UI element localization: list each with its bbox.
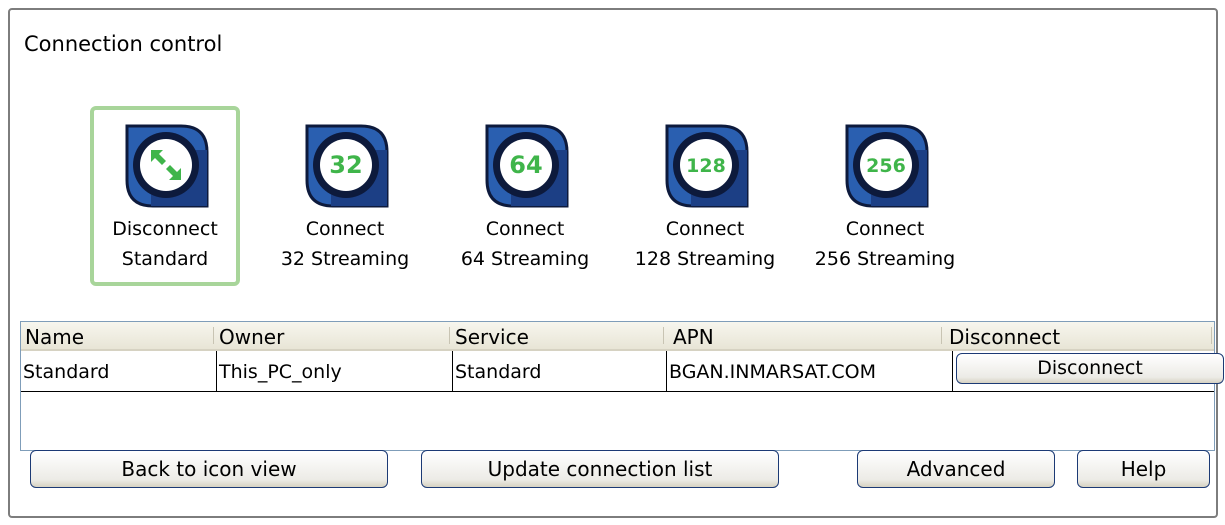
tile-label-action: Connect	[845, 218, 925, 240]
cell-apn: BGAN.INMARSAT.COM	[667, 351, 953, 391]
table-header: Name Owner Service APN Disconnect	[21, 322, 1214, 351]
tile-connect-32-streaming[interactable]: 32 Connect 32 Streaming	[270, 106, 420, 286]
row-disconnect-button[interactable]: Disconnect	[956, 353, 1224, 384]
column-header-owner[interactable]: Owner	[215, 322, 447, 349]
tile-label-service: 32 Streaming	[280, 248, 410, 270]
disconnect-arrows-icon	[125, 124, 209, 208]
table-row[interactable]: Standard This_PC_only Standard BGAN.INMA…	[21, 351, 1224, 392]
badge-text: 32	[329, 151, 362, 179]
streaming-128-icon: 128	[665, 124, 749, 208]
tile-connect-64-streaming[interactable]: 64 Connect 64 Streaming	[450, 106, 600, 286]
tile-connect-256-streaming[interactable]: 256 Connect 256 Streaming	[810, 106, 960, 286]
panel-title: Connection control	[24, 32, 223, 56]
tile-label-service: 128 Streaming	[634, 248, 776, 270]
tile-disconnect-standard[interactable]: Disconnect Standard	[90, 106, 240, 286]
column-header-disconnect[interactable]: Disconnect	[945, 322, 1205, 349]
streaming-256-icon: 256	[845, 124, 929, 208]
column-header-name[interactable]: Name	[21, 322, 213, 349]
cell-owner: This_PC_only	[217, 351, 453, 391]
advanced-button[interactable]: Advanced	[857, 450, 1055, 488]
cell-name: Standard	[21, 351, 217, 391]
column-header-service[interactable]: Service	[451, 322, 663, 349]
tile-label-action: Disconnect	[112, 218, 218, 240]
connection-control-panel: Connection control Disconnect Standard 3…	[8, 8, 1224, 518]
back-to-icon-view-button[interactable]: Back to icon view	[30, 450, 388, 488]
connection-list-table[interactable]: Name Owner Service APN Disconnect Standa…	[20, 321, 1224, 451]
column-header-apn[interactable]: APN	[669, 322, 939, 349]
streaming-32-icon: 32	[305, 124, 389, 208]
cell-service: Standard	[453, 351, 667, 391]
tile-label-action: Connect	[305, 218, 385, 240]
column-divider[interactable]	[1211, 327, 1212, 344]
tile-label-service: Standard	[121, 248, 209, 270]
streaming-64-icon: 64	[485, 124, 569, 208]
tile-label-action: Connect	[665, 218, 745, 240]
badge-text: 256	[866, 155, 906, 177]
column-divider[interactable]	[213, 327, 214, 344]
badge-text: 128	[686, 155, 726, 177]
badge-text: 64	[509, 151, 542, 179]
tile-label-service: 64 Streaming	[460, 248, 590, 270]
help-button[interactable]: Help	[1077, 450, 1210, 488]
column-divider[interactable]	[941, 327, 942, 344]
tile-label-service: 256 Streaming	[814, 248, 956, 270]
tile-connect-128-streaming[interactable]: 128 Connect 128 Streaming	[630, 106, 780, 286]
update-connection-list-button[interactable]: Update connection list	[421, 450, 779, 488]
column-divider[interactable]	[663, 327, 664, 344]
tile-label-action: Connect	[485, 218, 565, 240]
column-divider[interactable]	[449, 327, 450, 344]
